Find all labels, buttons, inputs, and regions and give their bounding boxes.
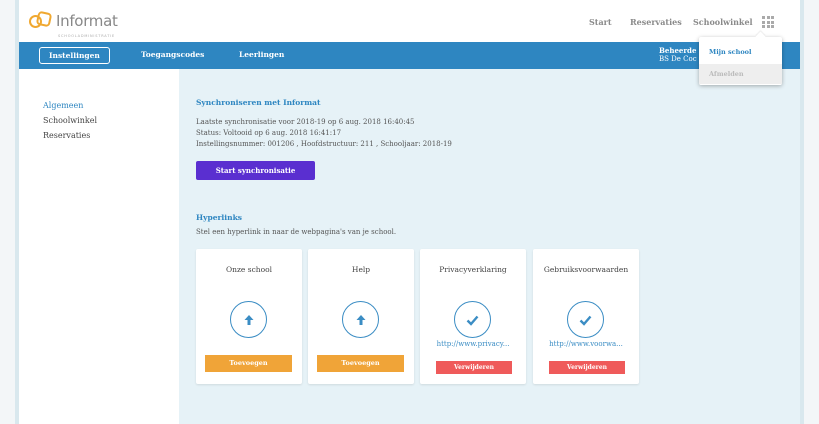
settings-sidebar: Algemeen Schoolwinkel Reservaties bbox=[43, 98, 97, 143]
hyperlink-card-privacyverklaring: Privacyverklaring http://www.privacy... … bbox=[420, 249, 526, 384]
sync-status: Status: Voltooid op 6 aug. 2018 16:41:17 bbox=[196, 129, 342, 137]
hyperlinks-section-title: Hyperlinks bbox=[196, 213, 242, 222]
card-title: Help bbox=[351, 265, 371, 274]
sidebar-item-schoolwinkel[interactable]: Schoolwinkel bbox=[43, 113, 97, 128]
logo-text: Informat SCHOOLADMINISTRATIE bbox=[56, 12, 118, 39]
brand-tagline: SCHOOLADMINISTRATIE bbox=[58, 34, 115, 38]
main-content: Synchroniseren met Informat Laatste sync… bbox=[179, 69, 800, 424]
tab-instellingen[interactable]: Instellingen bbox=[39, 47, 110, 64]
card-link[interactable]: http://www.privacy... bbox=[420, 340, 526, 348]
sync-info: Instellingsnummer: 001206 , Hoofdstructu… bbox=[196, 140, 452, 148]
user-name: Beheerde bbox=[659, 46, 697, 55]
topnav-start[interactable]: Start bbox=[589, 17, 612, 27]
topnav-schoolwinkel[interactable]: Schoolwinkel bbox=[693, 17, 753, 27]
card-title: Gebruiksvoorwaarden bbox=[543, 265, 629, 274]
brand-name: Informat bbox=[56, 12, 118, 30]
logo-icon bbox=[29, 10, 53, 31]
hyperlink-card-onze-school: Onze school Toevoegen bbox=[196, 249, 302, 384]
sidebar-item-reservaties[interactable]: Reservaties bbox=[43, 128, 97, 143]
delete-button[interactable]: Verwijderen bbox=[549, 361, 625, 374]
main-nav-bar: Instellingen Toegangscodes Leerlingen Be… bbox=[19, 42, 800, 69]
apps-grid-icon[interactable] bbox=[762, 16, 774, 28]
hyperlinks-subtitle: Stel een hyperlink in naar de webpagina'… bbox=[196, 228, 397, 236]
check-icon bbox=[454, 301, 491, 338]
add-button[interactable]: Toevoegen bbox=[317, 355, 404, 372]
user-school: BS De Coc bbox=[659, 55, 697, 63]
informat-logo[interactable]: Informat SCHOOLADMINISTRATIE bbox=[29, 10, 118, 39]
sync-last: Laatste synchronisatie voor 2018-19 op 6… bbox=[196, 118, 415, 126]
sync-section-title: Synchroniseren met Informat bbox=[196, 98, 321, 107]
tab-leerlingen[interactable]: Leerlingen bbox=[230, 47, 293, 64]
card-title: Onze school bbox=[225, 265, 273, 274]
menu-item-afmelden[interactable]: Afmelden bbox=[699, 64, 782, 84]
user-dropdown-menu: Mijn school Afmelden bbox=[699, 37, 782, 85]
card-title: Privacyverklaring bbox=[439, 265, 507, 274]
topnav-reservaties[interactable]: Reservaties bbox=[630, 17, 682, 27]
hyperlink-card-gebruiksvoorwaarden: Gebruiksvoorwaarden http://www.voorwa...… bbox=[533, 249, 639, 384]
start-sync-button[interactable]: Start synchronisatie bbox=[196, 161, 315, 180]
arrow-up-icon bbox=[230, 301, 267, 338]
delete-button[interactable]: Verwijderen bbox=[436, 361, 512, 374]
hyperlink-card-help: Help Toevoegen bbox=[308, 249, 414, 384]
card-link[interactable]: http://www.voorwa... bbox=[533, 340, 639, 348]
add-button[interactable]: Toevoegen bbox=[205, 355, 292, 372]
app-frame: Informat SCHOOLADMINISTRATIE Start Reser… bbox=[15, 0, 804, 424]
user-info[interactable]: Beheerde BS De Coc bbox=[659, 46, 697, 64]
arrow-up-icon bbox=[342, 301, 379, 338]
sidebar-item-algemeen[interactable]: Algemeen bbox=[43, 98, 97, 113]
tab-toegangscodes[interactable]: Toegangscodes bbox=[132, 47, 213, 64]
top-bar: Informat SCHOOLADMINISTRATIE Start Reser… bbox=[19, 0, 800, 42]
menu-item-mijn-school[interactable]: Mijn school bbox=[699, 42, 782, 62]
check-icon bbox=[567, 301, 604, 338]
